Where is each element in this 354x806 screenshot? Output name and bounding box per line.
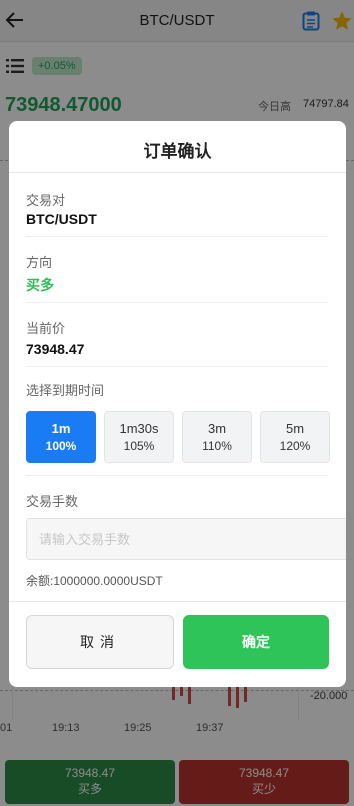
divider	[9, 601, 346, 602]
balance-text: 余额:1000000.0000USDT	[26, 574, 163, 588]
amount-label: 交易手数	[26, 494, 79, 509]
divider	[9, 172, 346, 173]
divider	[26, 236, 328, 237]
divider	[26, 475, 328, 476]
expiry-time: 1m	[51, 421, 71, 436]
price-value: 73948.47	[26, 341, 85, 357]
pair-label: 交易对	[26, 193, 66, 208]
direction-value: 买多	[26, 277, 54, 293]
expiry-option-1m[interactable]: 1m 100%	[26, 411, 96, 463]
expiry-rate: 120%	[279, 439, 311, 453]
direction-label: 方向	[26, 255, 53, 270]
expiry-time: 1m30s	[119, 421, 159, 436]
expiry-option-5m[interactable]: 5m 120%	[260, 411, 330, 463]
expiry-rate: 100%	[45, 439, 77, 453]
expiry-rate: 110%	[202, 439, 232, 453]
cancel-button[interactable]: 取消	[26, 615, 174, 669]
dialog-title: 订单确认	[143, 142, 212, 161]
order-confirm-dialog: 订单确认 交易对 BTC/USDT 方向 买多 当前价 73948.47 选择到…	[9, 121, 346, 687]
amount-input[interactable]	[26, 518, 346, 560]
expiry-label: 选择到期时间	[26, 383, 105, 398]
expiry-time: 5m	[285, 421, 305, 436]
price-label: 当前价	[26, 321, 66, 336]
divider	[26, 366, 328, 367]
expiry-rate: 105%	[123, 439, 155, 453]
expiry-option-3m[interactable]: 3m 110%	[182, 411, 252, 463]
divider	[26, 302, 328, 303]
expiry-option-1m30s[interactable]: 1m30s 105%	[104, 411, 174, 463]
pair-value: BTC/USDT	[26, 211, 97, 227]
confirm-button[interactable]: 确定	[183, 615, 329, 669]
expiry-time: 3m	[207, 421, 227, 436]
